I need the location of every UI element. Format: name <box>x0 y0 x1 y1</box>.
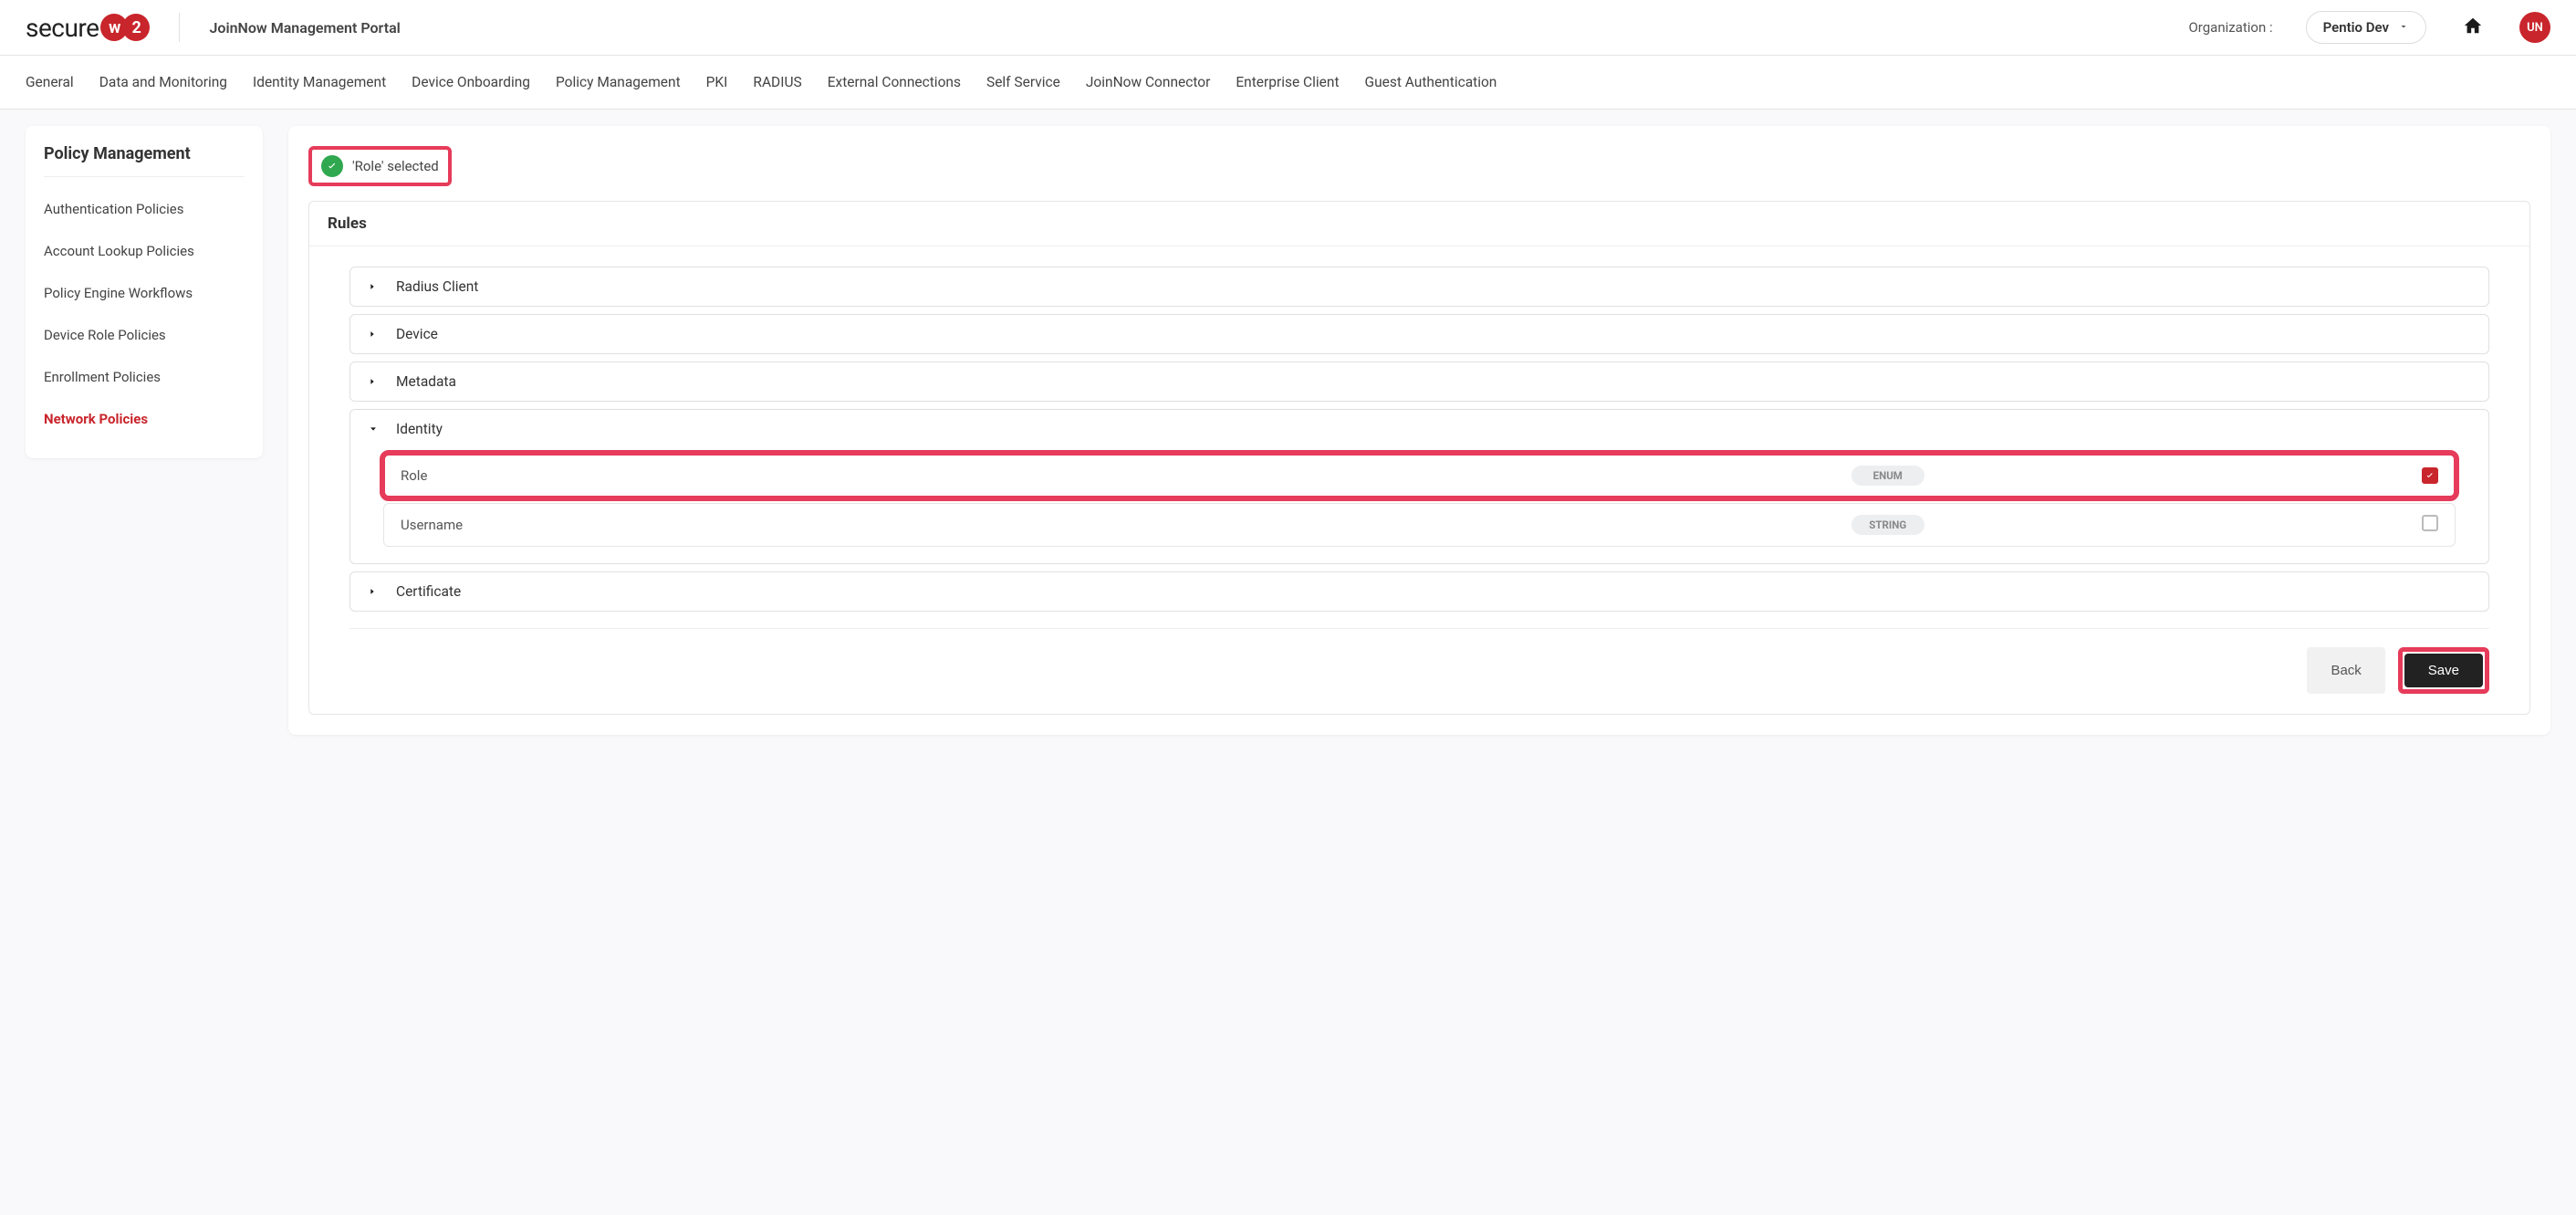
nav-enterprise-client[interactable]: Enterprise Client <box>1236 56 1339 109</box>
logo-circle-2: 2 <box>122 14 150 41</box>
nav-radius[interactable]: RADIUS <box>753 56 801 109</box>
header-bar: secure w 2 JoinNow Management Portal Org… <box>0 0 2576 56</box>
organization-label: Organization : <box>2188 19 2272 36</box>
logo-text: secure <box>26 13 99 43</box>
save-button[interactable]: Save <box>2404 654 2483 687</box>
accordion-label: Identity <box>396 421 443 437</box>
accordion-certificate: Certificate <box>349 571 2489 612</box>
brand-logo: secure w 2 <box>26 13 150 43</box>
checkbox-username[interactable] <box>2422 515 2438 531</box>
avatar[interactable]: UN <box>2519 12 2550 43</box>
sidebar-item-enrollment-policies[interactable]: Enrollment Policies <box>44 356 245 398</box>
sidebar-item-account-lookup-policies[interactable]: Account Lookup Policies <box>44 230 245 272</box>
accordion-header-device[interactable]: Device <box>350 315 2488 353</box>
chevron-right-icon <box>367 280 378 293</box>
chevron-right-icon <box>367 585 378 598</box>
type-badge: ENUM <box>1851 466 1924 486</box>
sidebar-item-device-role-policies[interactable]: Device Role Policies <box>44 314 245 356</box>
nav-pki[interactable]: PKI <box>706 56 728 109</box>
accordion-metadata: Metadata <box>349 361 2489 402</box>
chevron-right-icon <box>367 328 378 340</box>
accordion-header-certificate[interactable]: Certificate <box>350 572 2488 611</box>
nav-identity-management[interactable]: Identity Management <box>253 56 386 109</box>
footer-buttons: Back Save <box>349 628 2489 694</box>
header-divider <box>179 13 180 42</box>
nav-policy-management[interactable]: Policy Management <box>556 56 681 109</box>
sidebar-item-authentication-policies[interactable]: Authentication Policies <box>44 188 245 230</box>
accordion-header-metadata[interactable]: Metadata <box>350 362 2488 401</box>
accordion-radius-client: Radius Client <box>349 267 2489 307</box>
nav-data-monitoring[interactable]: Data and Monitoring <box>99 56 227 109</box>
home-icon[interactable] <box>2463 16 2483 39</box>
alert-highlight-box: 'Role' selected <box>308 146 452 186</box>
rules-panel: Rules Radius Client Device <box>308 201 2530 715</box>
nav-joinnow-connector[interactable]: JoinNow Connector <box>1086 56 1211 109</box>
attribute-row-role: Role ENUM <box>383 454 2456 498</box>
success-text: 'Role' selected <box>352 158 439 174</box>
accordion-label: Metadata <box>396 373 456 390</box>
success-alert: 'Role' selected <box>312 150 448 183</box>
portal-title: JoinNow Management Portal <box>209 19 400 37</box>
nav-device-onboarding[interactable]: Device Onboarding <box>412 56 530 109</box>
accordion-device: Device <box>349 314 2489 354</box>
accordion-label: Certificate <box>396 583 461 600</box>
organization-selector[interactable]: Pentio Dev <box>2306 11 2426 44</box>
nav-external-connections[interactable]: External Connections <box>828 56 961 109</box>
nav-general[interactable]: General <box>26 56 74 109</box>
attribute-label: Role <box>401 467 1392 484</box>
accordion-label: Radius Client <box>396 278 478 295</box>
sidebar-item-network-policies[interactable]: Network Policies <box>44 398 245 440</box>
nav-self-service[interactable]: Self Service <box>986 56 1060 109</box>
attribute-label: Username <box>401 517 1392 533</box>
main-panel: 'Role' selected Rules Radius Client Devi… <box>288 126 2550 735</box>
attribute-row-username: Username STRING <box>383 503 2456 547</box>
accordion-body-identity: Role ENUM Username STRING <box>350 448 2488 563</box>
accordion-header-identity[interactable]: Identity <box>350 410 2488 448</box>
type-badge: STRING <box>1851 515 1924 535</box>
accordion-header-radius-client[interactable]: Radius Client <box>350 267 2488 306</box>
chevron-down-icon <box>367 423 378 435</box>
sidebar: Policy Management Authentication Policie… <box>26 126 263 458</box>
chevron-down-icon <box>2398 19 2409 36</box>
checkbox-role[interactable] <box>2422 467 2438 484</box>
back-button[interactable]: Back <box>2307 647 2384 694</box>
top-navigation: General Data and Monitoring Identity Man… <box>0 56 2576 110</box>
save-highlight-box: Save <box>2398 647 2489 694</box>
nav-guest-authentication[interactable]: Guest Authentication <box>1365 56 1497 109</box>
organization-value: Pentio Dev <box>2323 19 2389 36</box>
rules-header: Rules <box>309 202 2529 246</box>
chevron-right-icon <box>367 375 378 388</box>
sidebar-title: Policy Management <box>44 144 245 177</box>
accordion-label: Device <box>396 326 438 342</box>
avatar-initials: UN <box>2527 21 2543 35</box>
accordion-identity: Identity Role ENUM <box>349 409 2489 564</box>
check-circle-icon <box>321 155 343 177</box>
sidebar-item-policy-engine-workflows[interactable]: Policy Engine Workflows <box>44 272 245 314</box>
